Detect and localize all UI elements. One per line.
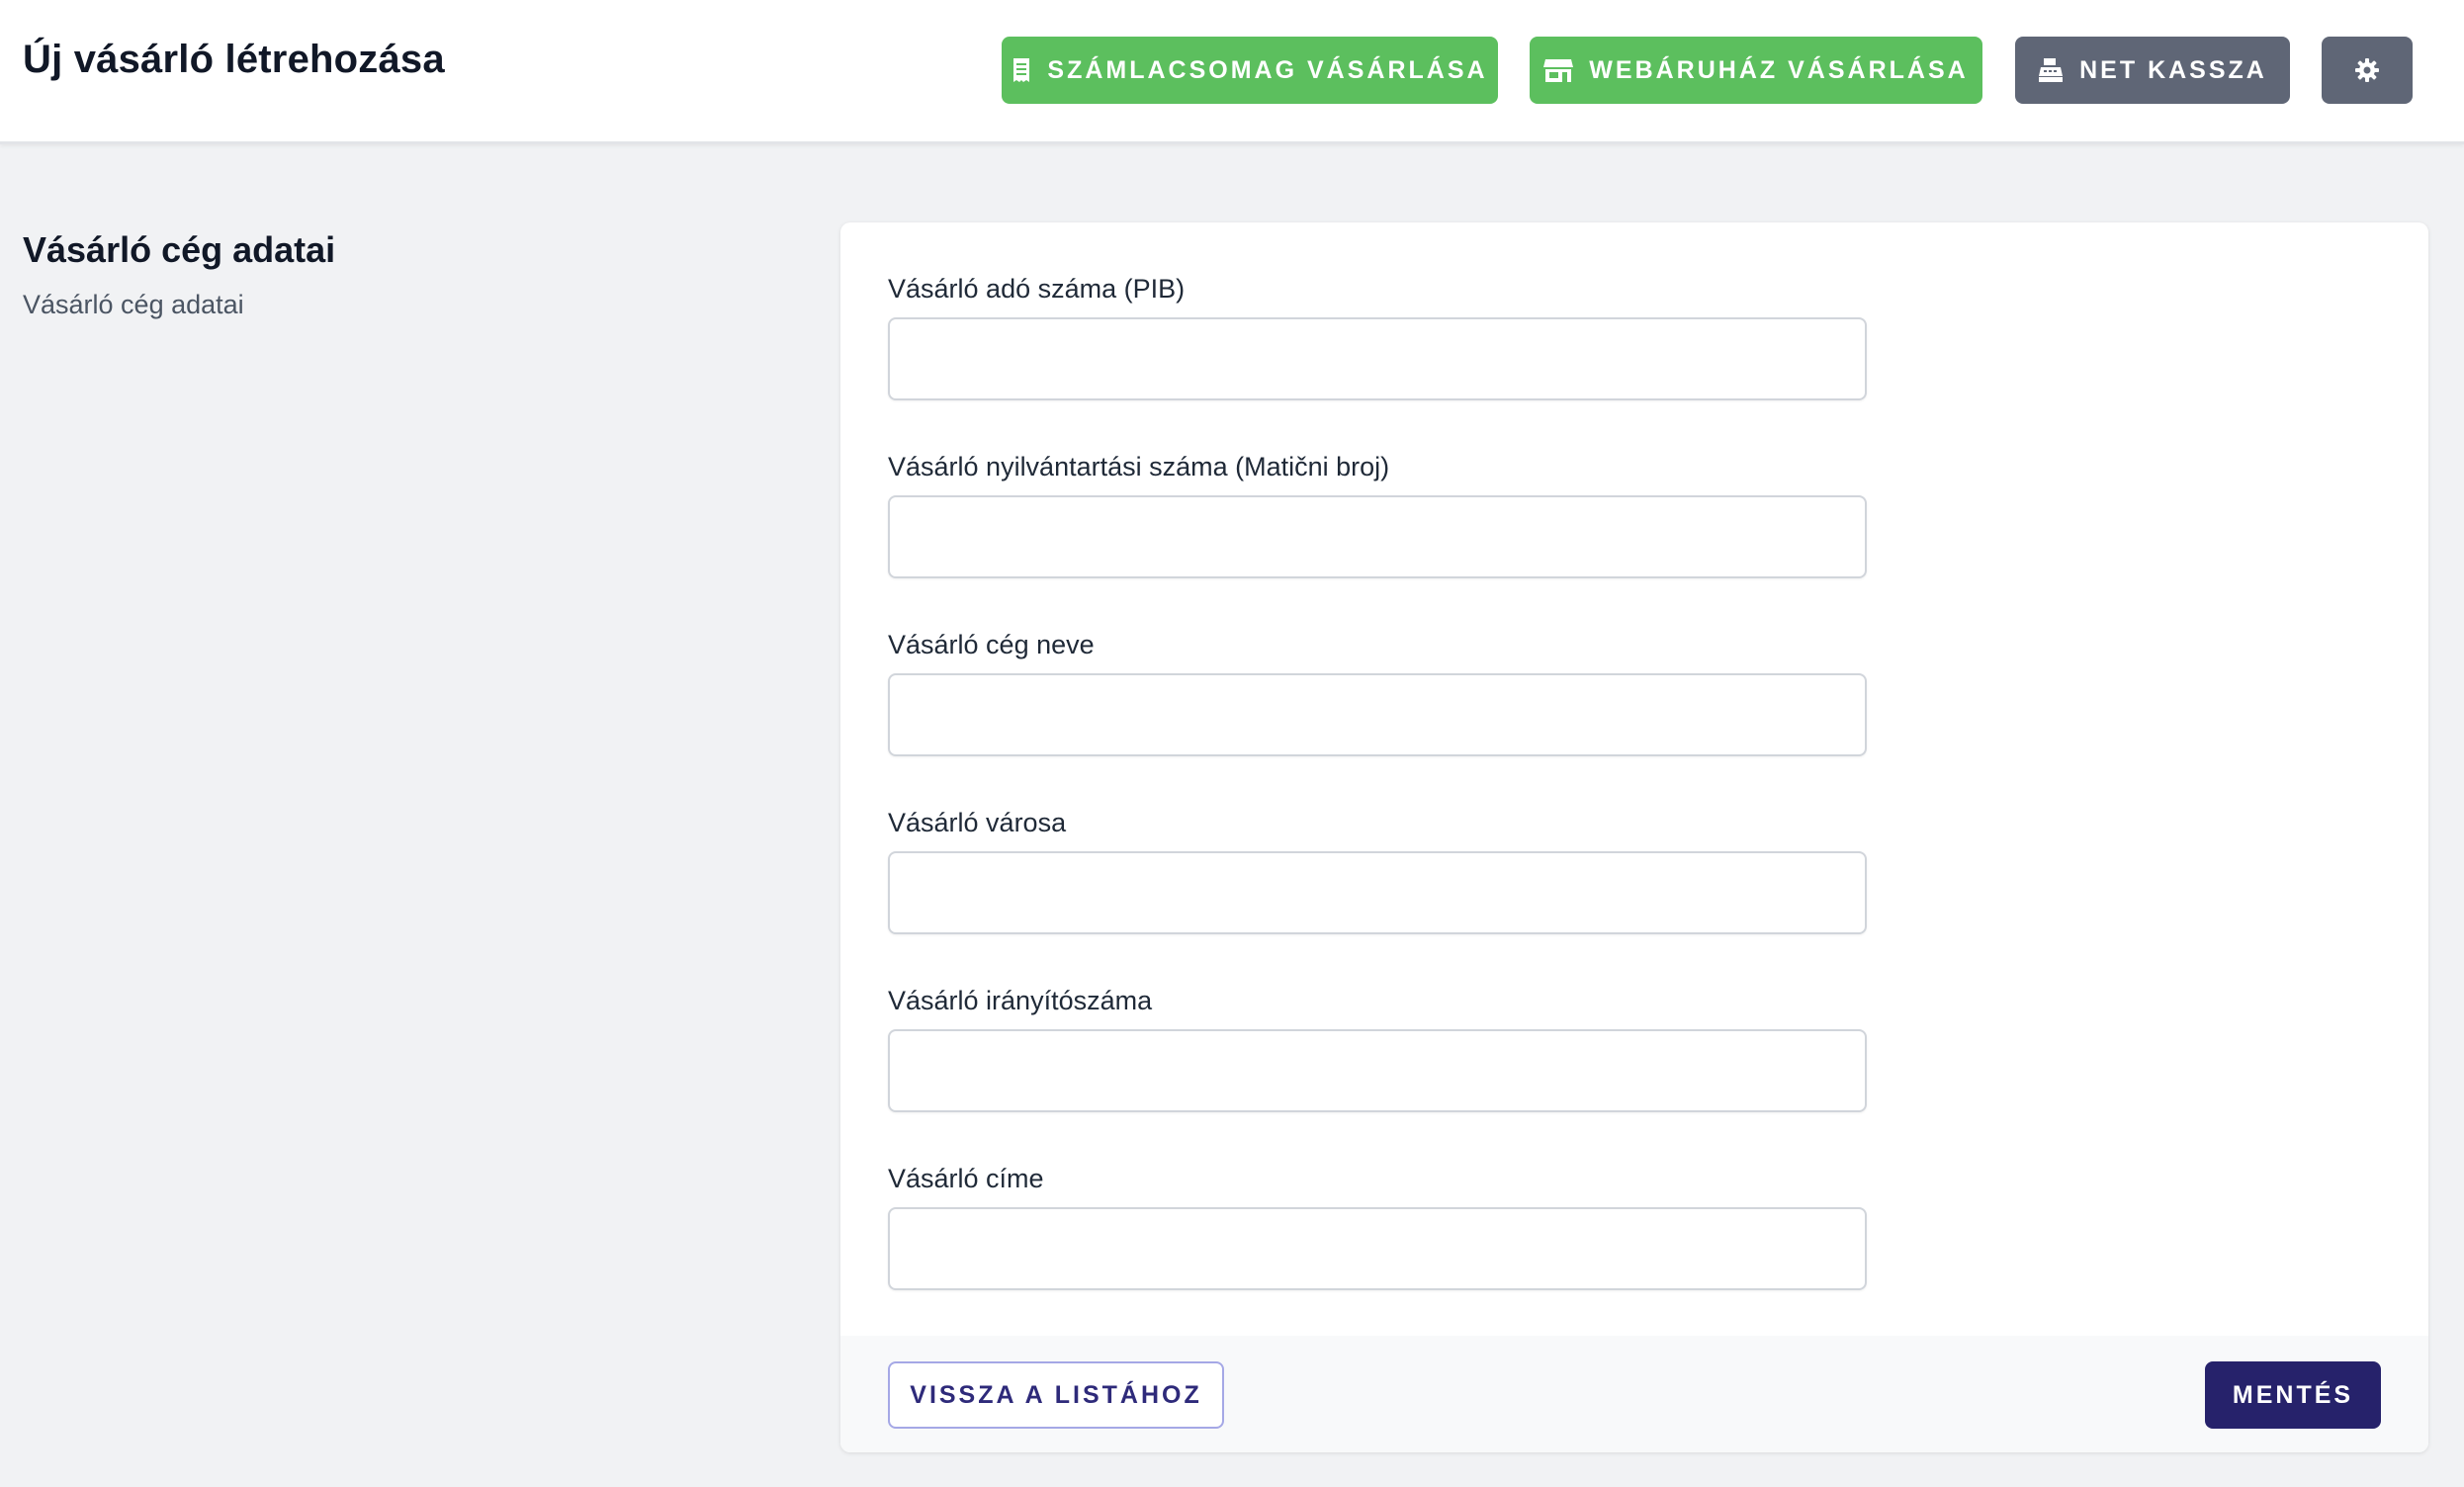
back-to-list-button[interactable]: VISSZA A LISTÁHOZ xyxy=(888,1361,1224,1429)
tax-number-label: Vásárló adó száma (PIB) xyxy=(888,274,1186,304)
save-button[interactable]: MENTÉS xyxy=(2205,1361,2381,1429)
customer-form-card: Vásárló adó száma (PIB) Vásárló nyilvánt… xyxy=(840,222,2428,1452)
receipt-icon xyxy=(1013,58,1030,82)
company-name-label: Vásárló cég neve xyxy=(888,630,1095,659)
cash-register-icon xyxy=(2039,58,2064,82)
page-title: Új vásárló létrehozása xyxy=(23,38,445,81)
buy-invoice-package-button[interactable]: SZÁMLACSOMAG VÁSÁRLÁSA xyxy=(1002,37,1498,104)
tax-number-input[interactable] xyxy=(888,317,1867,400)
store-icon xyxy=(1543,59,1574,82)
buy-invoice-package-label: SZÁMLACSOMAG VÁSÁRLÁSA xyxy=(1047,55,1488,84)
city-label: Vásárló városa xyxy=(888,808,1067,837)
city-input[interactable] xyxy=(888,851,1867,934)
section-subtitle: Vásárló cég adatai xyxy=(23,290,244,319)
company-name-input[interactable] xyxy=(888,673,1867,756)
address-label: Vásárló címe xyxy=(888,1164,1044,1193)
postal-code-label: Vásárló irányítószáma xyxy=(888,986,1153,1015)
postal-code-input[interactable] xyxy=(888,1029,1867,1112)
address-input[interactable] xyxy=(888,1207,1867,1290)
settings-button[interactable] xyxy=(2322,37,2413,104)
form-footer: VISSZA A LISTÁHOZ MENTÉS xyxy=(840,1336,2428,1452)
registration-number-label: Vásárló nyilvántartási száma (Matični br… xyxy=(888,452,1390,481)
net-kassza-label: NET KASSZA xyxy=(2079,55,2267,84)
registration-number-input[interactable] xyxy=(888,495,1867,578)
buy-webshop-button[interactable]: WEBÁRUHÁZ VÁSÁRLÁSA xyxy=(1530,37,1982,104)
top-header: Új vásárló létrehozása SZÁMLACSOMAG VÁSÁ… xyxy=(0,0,2464,144)
section-title: Vásárló cég adatai xyxy=(23,229,336,270)
gear-icon xyxy=(2355,58,2379,82)
buy-webshop-label: WEBÁRUHÁZ VÁSÁRLÁSA xyxy=(1589,55,1969,84)
net-kassza-button[interactable]: NET KASSZA xyxy=(2015,37,2290,104)
